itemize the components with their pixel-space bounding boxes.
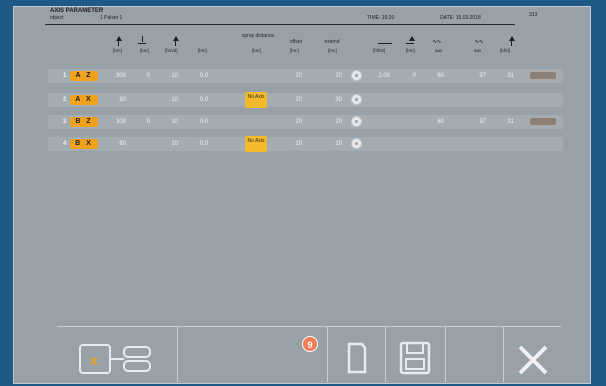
table-cell[interactable]: 20 bbox=[288, 97, 302, 103]
axis-switch-icon: x bbox=[79, 344, 151, 374]
object-label: object bbox=[50, 15, 64, 21]
row-number: 2 bbox=[63, 97, 67, 103]
edit-button[interactable] bbox=[529, 117, 557, 126]
toolbar-separator bbox=[445, 327, 446, 382]
table-cell[interactable]: 0 bbox=[404, 73, 416, 79]
table-cell[interactable]: 20 bbox=[288, 141, 302, 147]
table-cell[interactable]: 10 bbox=[164, 141, 178, 147]
axis-switch-button[interactable]: x bbox=[70, 338, 160, 380]
table-cell[interactable]: 97 bbox=[472, 119, 486, 125]
main-panel: 31 3 bbox=[13, 6, 591, 384]
table-cell[interactable]: 300 bbox=[106, 119, 126, 125]
table-cell[interactable]: 60 bbox=[430, 119, 444, 125]
table-cell[interactable]: 20 bbox=[328, 141, 342, 147]
toolbar-separator bbox=[385, 327, 386, 382]
arrow-up-icon bbox=[509, 36, 515, 41]
arrow-right-icon bbox=[378, 43, 392, 44]
save-button[interactable] bbox=[398, 340, 432, 376]
unit-label: [bm] bbox=[290, 48, 299, 53]
table-cell[interactable]: 20 bbox=[328, 119, 342, 125]
gear-icon[interactable] bbox=[351, 94, 362, 105]
close-icon bbox=[518, 345, 548, 375]
table-cell[interactable]: 31 bbox=[500, 73, 514, 79]
arrow-stem bbox=[118, 40, 119, 46]
page-title: AXIS PARAMETER bbox=[50, 8, 104, 14]
gear-icon[interactable] bbox=[351, 116, 362, 127]
screen-code: 313 bbox=[529, 12, 538, 18]
table-cell[interactable]: 31 bbox=[500, 119, 514, 125]
toolbar-separator bbox=[327, 327, 328, 382]
unit-label: [bm] bbox=[406, 48, 415, 53]
unit-label: aas bbox=[435, 48, 443, 53]
table-cell[interactable]: 10 bbox=[164, 119, 178, 125]
unit-label: [bm/d] bbox=[165, 48, 178, 53]
table-cell[interactable]: 2.00 bbox=[368, 73, 390, 79]
table-cell[interactable]: 20 bbox=[328, 73, 342, 79]
table-cell[interactable]: 0 bbox=[140, 119, 150, 125]
arrow-stem bbox=[511, 40, 512, 46]
axis-badge[interactable]: B Z bbox=[70, 117, 98, 127]
gear-icon[interactable] bbox=[351, 138, 362, 149]
down-bar bbox=[138, 43, 146, 44]
wave-icon: ∿∿ bbox=[432, 39, 442, 45]
axis-badge[interactable]: B X bbox=[70, 139, 98, 149]
toolbar-separator bbox=[503, 327, 504, 382]
unit-label: [bf/d] bbox=[500, 48, 511, 53]
table-cell[interactable]: 10 bbox=[164, 97, 178, 103]
table-cell[interactable]: 0.0 bbox=[192, 141, 208, 147]
document-button[interactable] bbox=[344, 340, 370, 376]
wave-icon: ∿∿ bbox=[474, 39, 484, 45]
table-cell[interactable]: 0.0 bbox=[192, 97, 208, 103]
safety-distance-header: spray distance bbox=[241, 33, 275, 39]
table-cell[interactable]: 10 bbox=[164, 73, 178, 79]
table-cell[interactable]: 300 bbox=[106, 73, 126, 79]
arrow-up-icon bbox=[409, 36, 415, 41]
notification-badge[interactable]: 9 bbox=[302, 336, 318, 352]
no-axis-badge: No Axis bbox=[245, 136, 267, 152]
close-button[interactable] bbox=[516, 343, 550, 377]
table-cell[interactable]: 80 bbox=[106, 97, 126, 103]
arrow-down-icon bbox=[142, 36, 143, 42]
unit-label: [bf/Nt] bbox=[373, 48, 386, 53]
header-divider bbox=[45, 24, 515, 25]
unit-label: [bm] bbox=[140, 48, 149, 53]
axis-badge[interactable]: A X bbox=[70, 95, 98, 105]
row-number: 1 bbox=[63, 73, 67, 79]
table-cell[interactable]: 0 bbox=[140, 73, 150, 79]
toolbar-separator bbox=[177, 327, 178, 382]
table-cell[interactable]: 20 bbox=[288, 73, 302, 79]
arrow-up-icon bbox=[173, 36, 179, 41]
extend-header: extend bbox=[324, 39, 340, 45]
row-number: 4 bbox=[63, 141, 67, 147]
unit-label: [bm] bbox=[252, 48, 261, 53]
unit-label: [bm] bbox=[328, 48, 337, 53]
toolbar-divider bbox=[57, 326, 561, 327]
gear-icon[interactable] bbox=[351, 70, 362, 81]
axis-badge[interactable]: A Z bbox=[70, 71, 98, 81]
unit-label: aas bbox=[474, 48, 482, 53]
document-icon bbox=[347, 342, 367, 374]
table-cell[interactable]: 97 bbox=[472, 73, 486, 79]
table-cell[interactable]: 30 bbox=[328, 97, 342, 103]
svg-text:x: x bbox=[90, 352, 98, 368]
table-cell[interactable]: 0.0 bbox=[192, 119, 208, 125]
date-display: DATE: 15.03.2018 bbox=[440, 15, 481, 21]
unit-label: [bm] bbox=[198, 48, 207, 53]
save-icon bbox=[399, 341, 431, 375]
unit-label: [bm] bbox=[113, 48, 122, 53]
no-axis-badge: No Axis bbox=[245, 92, 267, 108]
table-cell[interactable]: 80 bbox=[106, 141, 126, 147]
edit-button[interactable] bbox=[529, 71, 557, 80]
row-number: 3 bbox=[63, 119, 67, 125]
time-display: TIME: 16:20 bbox=[367, 15, 395, 21]
table-cell[interactable]: 60 bbox=[430, 73, 444, 79]
arrow-up-icon bbox=[116, 36, 122, 41]
table-cell[interactable]: 20 bbox=[288, 119, 302, 125]
table-cell[interactable]: 0.0 bbox=[192, 73, 208, 79]
object-value: 1 Palset 1 bbox=[100, 15, 123, 21]
arrow-stem bbox=[175, 40, 176, 46]
offset-header: offset bbox=[289, 39, 303, 45]
base-bar bbox=[406, 43, 414, 44]
